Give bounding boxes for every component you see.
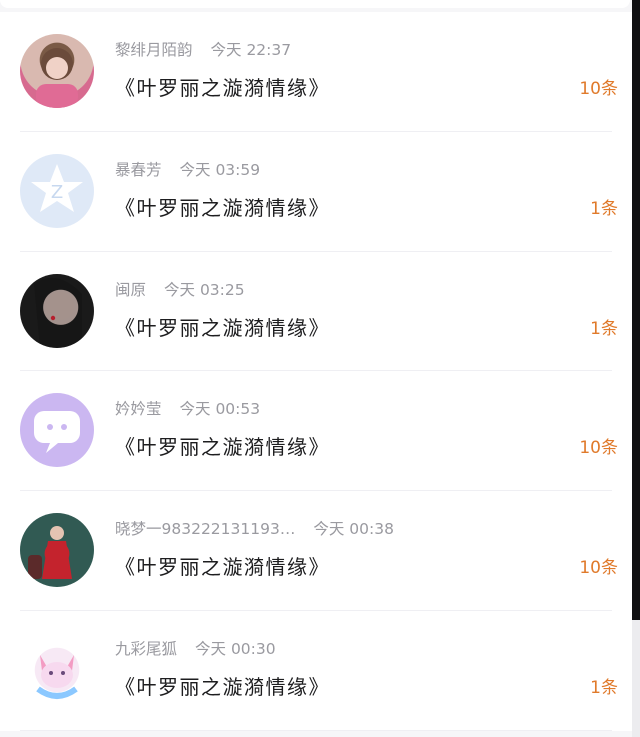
timestamp: 今天 00:30 [195, 639, 276, 658]
row-meta: 九彩尾狐 今天 00:30 [115, 637, 276, 661]
qq-logo-icon: Z [31, 163, 83, 212]
timestamp: 今天 03:59 [179, 160, 261, 179]
message-count: 1条 [590, 198, 618, 219]
message-title: 《叶罗丽之漩漪情缘》 [115, 76, 330, 100]
row-divider [20, 729, 612, 731]
scrollbar-thumb[interactable] [632, 0, 640, 620]
conversation-row[interactable]: 九彩尾狐 今天 00:30 《叶罗丽之漩漪情缘》 1条 [0, 610, 632, 731]
scrollbar[interactable] [632, 0, 640, 737]
message-count: 10条 [579, 79, 618, 99]
conversation-row[interactable]: 黎绯月陌韵 今天 22:37 《叶罗丽之漩漪情缘》 10条 [0, 12, 632, 132]
sender-name: 妗妗莹 [115, 400, 162, 419]
sender-name: 暴春芳 [115, 160, 162, 179]
conversation-list[interactable]: 黎绯月陌韵 今天 22:37 《叶罗丽之漩漪情缘》 10条 Z 暴春芳 今天 03:… [0, 12, 632, 731]
row-meta: 闽原 今天 03:25 [115, 278, 245, 302]
avatar[interactable] [20, 393, 94, 468]
timestamp: 今天 00:38 [313, 520, 394, 539]
timestamp: 今天 00:53 [179, 400, 261, 419]
conversation-row[interactable]: 妗妗莹 今天 00:53 《叶罗丽之漩漪情缘》 10条 [0, 371, 632, 492]
avatar[interactable] [20, 273, 94, 348]
message-title: 《叶罗丽之漩漪情缘》 [115, 674, 330, 699]
timestamp: 今天 03:25 [164, 280, 245, 299]
row-meta: 暴春芳 今天 03:59 [115, 158, 260, 182]
message-count: 1条 [590, 318, 618, 339]
message-list-screen: 黎绯月陌韵 今天 22:37 《叶罗丽之漩漪情缘》 10条 Z 暴春芳 今天 03:… [0, 0, 640, 737]
row-meta: 黎绯月陌韵 今天 22:37 [115, 38, 291, 62]
girl-pink-avatar-icon [36, 48, 78, 108]
message-count: 10条 [579, 438, 618, 459]
sender-name: 闽原 [115, 280, 147, 299]
sender-name: 黎绯月陌韵 [115, 41, 193, 59]
avatar[interactable]: Z [20, 153, 94, 228]
message-count: 10条 [579, 558, 618, 579]
message-title: 《叶罗丽之漩漪情缘》 [115, 315, 330, 340]
message-title: 《叶罗丽之漩漪情缘》 [115, 195, 330, 220]
sender-name: 九彩尾狐 [115, 639, 178, 658]
woman-black-hair-avatar-icon [34, 277, 82, 348]
chat-bubble-icon [34, 411, 80, 454]
timestamp: 今天 22:37 [210, 41, 292, 59]
row-meta: 妗妗莹 今天 00:53 [115, 397, 260, 421]
previous-card-edge [0, 0, 630, 8]
conversation-row[interactable]: 闽原 今天 03:25 《叶罗丽之漩漪情缘》 1条 [0, 251, 632, 372]
conversation-row[interactable]: Z 暴春芳 今天 03:59 《叶罗丽之漩漪情缘》 1条 [0, 131, 632, 252]
svg-text:Z: Z [51, 182, 63, 203]
message-title: 《叶罗丽之漩漪情缘》 [115, 435, 330, 460]
avatar[interactable] [20, 34, 94, 108]
conversation-row[interactable]: 晓梦一983222131193… 今天 00:38 《叶罗丽之漩漪情缘》 10条 [0, 491, 632, 611]
sender-name: 晓梦一983222131193… [115, 520, 296, 539]
woman-red-dress-avatar-icon [28, 526, 72, 580]
row-meta: 晓梦一983222131193… 今天 00:38 [115, 517, 394, 541]
avatar[interactable] [20, 513, 94, 588]
avatar[interactable] [20, 632, 94, 707]
fox-icon [36, 654, 78, 699]
message-count: 1条 [590, 677, 618, 698]
message-title: 《叶罗丽之漩漪情缘》 [115, 555, 330, 580]
